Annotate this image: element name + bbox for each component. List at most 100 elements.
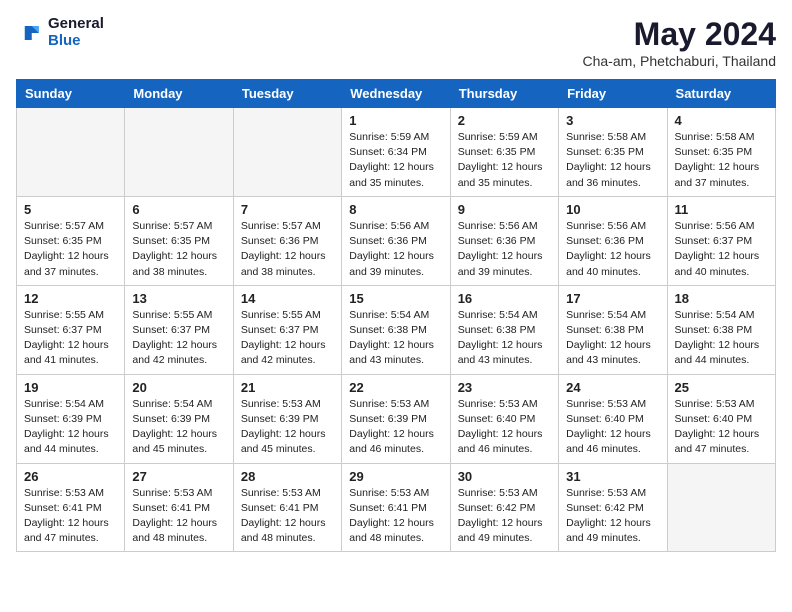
day-number: 30 — [458, 469, 551, 484]
day-info: Sunrise: 5:53 AM Sunset: 6:41 PM Dayligh… — [132, 486, 225, 547]
calendar-cell: 9Sunrise: 5:56 AM Sunset: 6:36 PM Daylig… — [450, 196, 558, 285]
calendar-cell: 16Sunrise: 5:54 AM Sunset: 6:38 PM Dayli… — [450, 285, 558, 374]
day-number: 10 — [566, 202, 659, 217]
day-number: 27 — [132, 469, 225, 484]
calendar-cell: 11 Sunrise: 5:56 AM Sunset: 6:37 PM Dayli… — [667, 196, 775, 285]
day-number: 6 — [132, 202, 225, 217]
day-info: Sunrise: 5:55 AM Sunset: 6:37 PM Dayligh… — [241, 308, 334, 369]
day-number: 28 — [241, 469, 334, 484]
day-info: Sunrise: 5:56 AM Sunset: 6:36 PM Dayligh… — [566, 219, 659, 280]
day-number: 9 — [458, 202, 551, 217]
calendar-cell: 20 Sunrise: 5:54 AM Sunset: 6:39 PM Dayli… — [125, 374, 233, 463]
calendar-cell: 8 Sunrise: 5:56 AM Sunset: 6:36 PM Daylig… — [342, 196, 450, 285]
week-row-3: 12 Sunrise: 5:55 AM Sunset: 6:37 PM Dayli… — [17, 285, 776, 374]
calendar-cell: 25 Sunrise: 5:53 AM Sunset: 6:40 PM Dayli… — [667, 374, 775, 463]
week-row-2: 5Sunrise: 5:57 AM Sunset: 6:35 PM Daylig… — [17, 196, 776, 285]
day-number: 3 — [566, 113, 659, 128]
calendar-cell: 29Sunrise: 5:53 AM Sunset: 6:41 PM Dayli… — [342, 463, 450, 552]
weekday-header-tuesday: Tuesday — [233, 80, 341, 108]
day-number: 22 — [349, 380, 442, 395]
day-number: 31 — [566, 469, 659, 484]
day-info: Sunrise: 5:53 AM Sunset: 6:40 PM Dayligh… — [566, 397, 659, 458]
calendar-cell: 15Sunrise: 5:54 AM Sunset: 6:38 PM Dayli… — [342, 285, 450, 374]
weekday-header-monday: Monday — [125, 80, 233, 108]
day-number: 19 — [24, 380, 117, 395]
calendar-cell: 1 Sunrise: 5:59 AM Sunset: 6:34 PM Daylig… — [342, 108, 450, 197]
day-info: Sunrise: 5:54 AM Sunset: 6:38 PM Dayligh… — [566, 308, 659, 369]
day-number: 24 — [566, 380, 659, 395]
calendar-cell — [125, 108, 233, 197]
page-header: General Blue May 2024 Cha-am, Phetchabur… — [16, 16, 776, 69]
day-info: Sunrise: 5:56 AM Sunset: 6:37 PM Dayligh… — [675, 219, 768, 280]
week-row-4: 19 Sunrise: 5:54 AM Sunset: 6:39 PM Dayli… — [17, 374, 776, 463]
day-info: Sunrise: 5:53 AM Sunset: 6:41 PM Dayligh… — [24, 486, 117, 547]
day-info: Sunrise: 5:59 AM Sunset: 6:35 PM Dayligh… — [458, 130, 551, 191]
day-info: Sunrise: 5:54 AM Sunset: 6:38 PM Dayligh… — [675, 308, 768, 369]
day-info: Sunrise: 5:58 AM Sunset: 6:35 PM Dayligh… — [566, 130, 659, 191]
day-number: 13 — [132, 291, 225, 306]
logo-general: General — [48, 16, 104, 33]
calendar-cell: 3 Sunrise: 5:58 AM Sunset: 6:35 PM Daylig… — [559, 108, 667, 197]
day-number: 18 — [675, 291, 768, 306]
day-number: 16 — [458, 291, 551, 306]
day-number: 2 — [458, 113, 551, 128]
calendar-cell: 2 Sunrise: 5:59 AM Sunset: 6:35 PM Daylig… — [450, 108, 558, 197]
day-number: 26 — [24, 469, 117, 484]
calendar-cell: 18 Sunrise: 5:54 AM Sunset: 6:38 PM Dayli… — [667, 285, 775, 374]
day-info: Sunrise: 5:53 AM Sunset: 6:41 PM Dayligh… — [241, 486, 334, 547]
day-number: 11 — [675, 202, 768, 217]
day-info: Sunrise: 5:53 AM Sunset: 6:40 PM Dayligh… — [458, 397, 551, 458]
day-info: Sunrise: 5:56 AM Sunset: 6:36 PM Dayligh… — [349, 219, 442, 280]
calendar-cell: 7Sunrise: 5:57 AM Sunset: 6:36 PM Daylig… — [233, 196, 341, 285]
calendar-cell: 10 Sunrise: 5:56 AM Sunset: 6:36 PM Dayli… — [559, 196, 667, 285]
day-info: Sunrise: 5:54 AM Sunset: 6:39 PM Dayligh… — [132, 397, 225, 458]
week-row-1: 1 Sunrise: 5:59 AM Sunset: 6:34 PM Daylig… — [17, 108, 776, 197]
calendar-cell: 30Sunrise: 5:53 AM Sunset: 6:42 PM Dayli… — [450, 463, 558, 552]
day-number: 20 — [132, 380, 225, 395]
calendar-cell: 17 Sunrise: 5:54 AM Sunset: 6:38 PM Dayli… — [559, 285, 667, 374]
day-info: Sunrise: 5:53 AM Sunset: 6:40 PM Dayligh… — [675, 397, 768, 458]
calendar-cell: 4 Sunrise: 5:58 AM Sunset: 6:35 PM Daylig… — [667, 108, 775, 197]
calendar-cell: 6 Sunrise: 5:57 AM Sunset: 6:35 PM Daylig… — [125, 196, 233, 285]
logo-text: General Blue — [48, 16, 104, 49]
month-year: May 2024 — [582, 16, 776, 53]
day-number: 12 — [24, 291, 117, 306]
day-number: 4 — [675, 113, 768, 128]
day-number: 21 — [241, 380, 334, 395]
day-info: Sunrise: 5:55 AM Sunset: 6:37 PM Dayligh… — [132, 308, 225, 369]
calendar-cell — [17, 108, 125, 197]
weekday-header-thursday: Thursday — [450, 80, 558, 108]
day-number: 1 — [349, 113, 442, 128]
calendar-cell: 31 Sunrise: 5:53 AM Sunset: 6:42 PM Dayli… — [559, 463, 667, 552]
calendar-cell — [233, 108, 341, 197]
day-number: 23 — [458, 380, 551, 395]
logo-icon — [16, 19, 44, 47]
day-number: 25 — [675, 380, 768, 395]
calendar-cell: 28 Sunrise: 5:53 AM Sunset: 6:41 PM Dayli… — [233, 463, 341, 552]
day-info: Sunrise: 5:57 AM Sunset: 6:36 PM Dayligh… — [241, 219, 334, 280]
day-info: Sunrise: 5:54 AM Sunset: 6:39 PM Dayligh… — [24, 397, 117, 458]
day-info: Sunrise: 5:53 AM Sunset: 6:42 PM Dayligh… — [566, 486, 659, 547]
weekday-header-saturday: Saturday — [667, 80, 775, 108]
calendar-cell: 12 Sunrise: 5:55 AM Sunset: 6:37 PM Dayli… — [17, 285, 125, 374]
location: Cha-am, Phetchaburi, Thailand — [582, 53, 776, 69]
calendar-cell: 14Sunrise: 5:55 AM Sunset: 6:37 PM Dayli… — [233, 285, 341, 374]
day-number: 17 — [566, 291, 659, 306]
calendar-cell: 26 Sunrise: 5:53 AM Sunset: 6:41 PM Dayli… — [17, 463, 125, 552]
day-info: Sunrise: 5:59 AM Sunset: 6:34 PM Dayligh… — [349, 130, 442, 191]
calendar-cell: 23 Sunrise: 5:53 AM Sunset: 6:40 PM Dayli… — [450, 374, 558, 463]
title-block: May 2024 Cha-am, Phetchaburi, Thailand — [582, 16, 776, 69]
day-info: Sunrise: 5:58 AM Sunset: 6:35 PM Dayligh… — [675, 130, 768, 191]
day-info: Sunrise: 5:54 AM Sunset: 6:38 PM Dayligh… — [349, 308, 442, 369]
weekday-header-row: SundayMondayTuesdayWednesdayThursdayFrid… — [17, 80, 776, 108]
day-info: Sunrise: 5:57 AM Sunset: 6:35 PM Dayligh… — [132, 219, 225, 280]
week-row-5: 26 Sunrise: 5:53 AM Sunset: 6:41 PM Dayli… — [17, 463, 776, 552]
day-info: Sunrise: 5:57 AM Sunset: 6:35 PM Dayligh… — [24, 219, 117, 280]
weekday-header-friday: Friday — [559, 80, 667, 108]
calendar-cell: 5Sunrise: 5:57 AM Sunset: 6:35 PM Daylig… — [17, 196, 125, 285]
day-info: Sunrise: 5:55 AM Sunset: 6:37 PM Dayligh… — [24, 308, 117, 369]
calendar-cell: 13 Sunrise: 5:55 AM Sunset: 6:37 PM Dayli… — [125, 285, 233, 374]
weekday-header-sunday: Sunday — [17, 80, 125, 108]
logo: General Blue — [16, 16, 104, 49]
day-number: 8 — [349, 202, 442, 217]
